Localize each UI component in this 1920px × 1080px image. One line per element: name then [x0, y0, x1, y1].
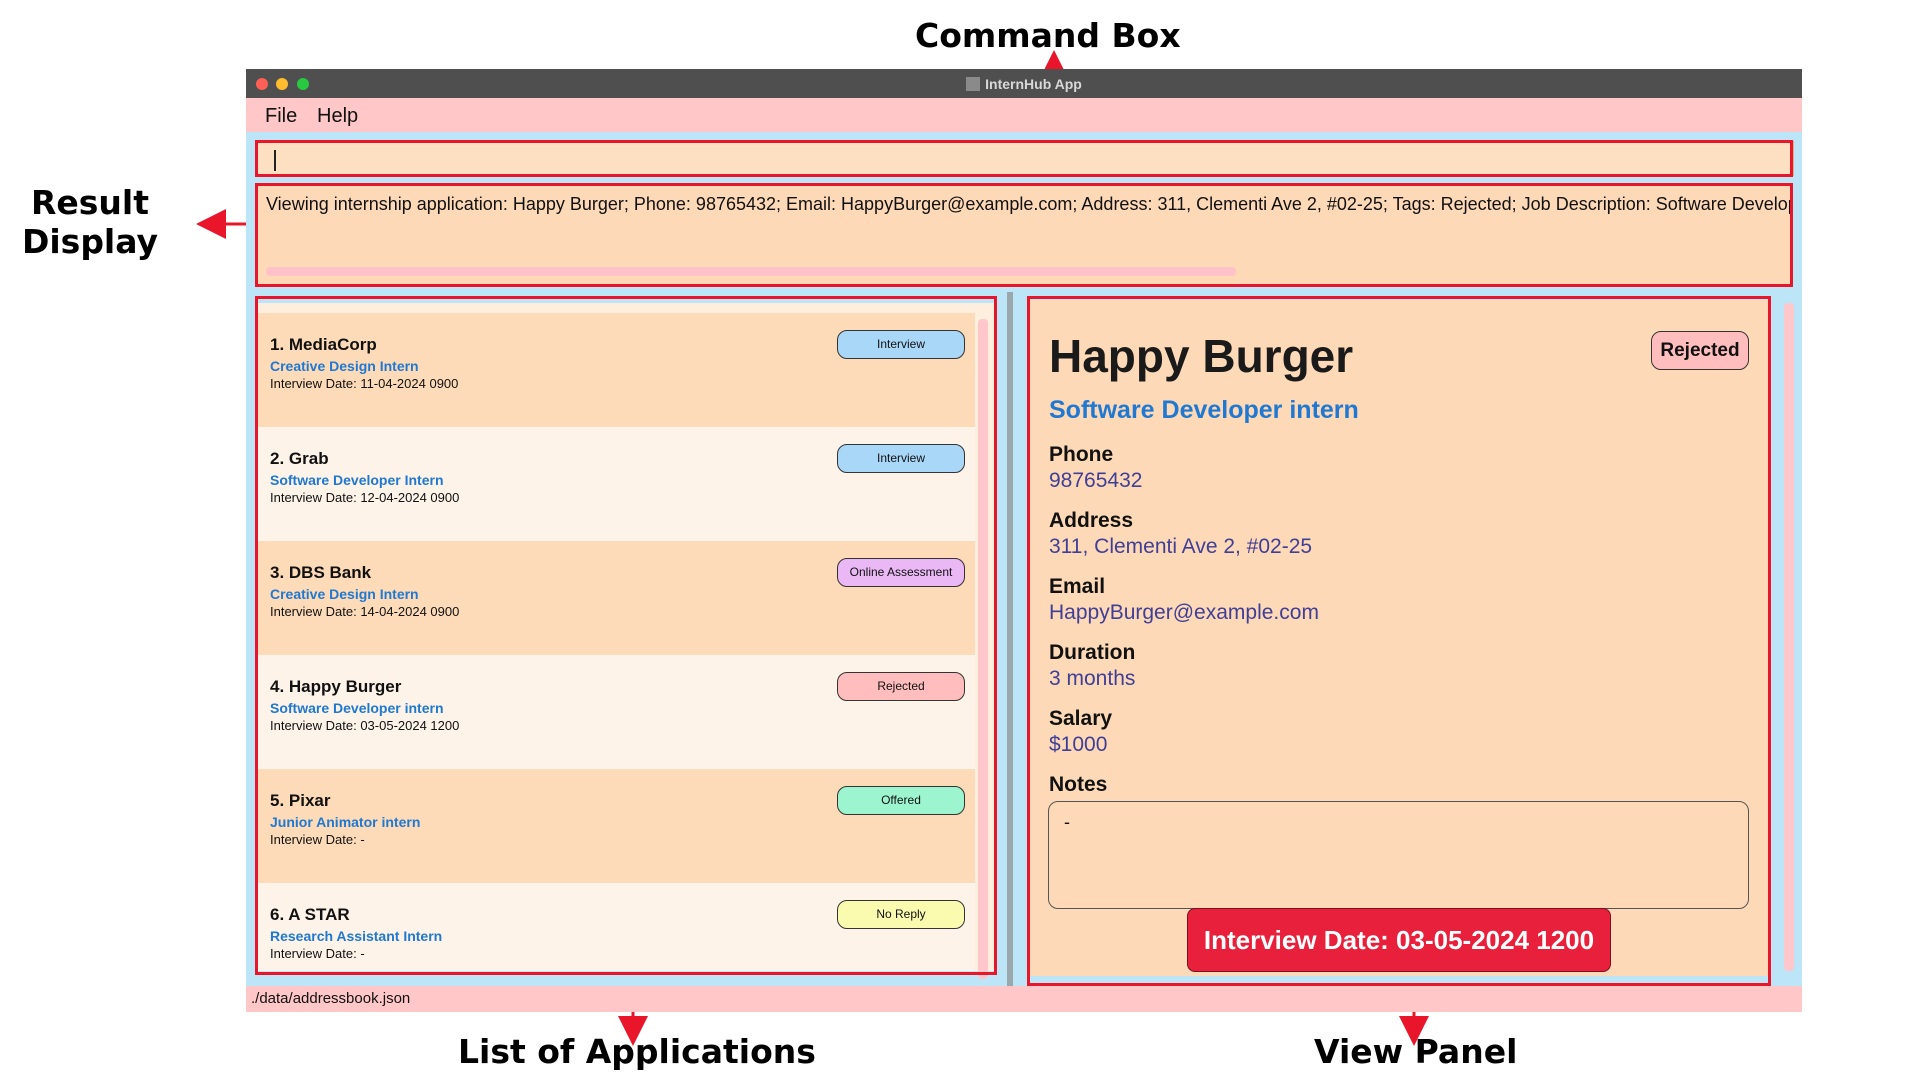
- title-bar: InternHub App: [246, 69, 1802, 98]
- window-title-text: InternHub App: [985, 76, 1082, 92]
- window-title: InternHub App: [246, 76, 1802, 92]
- split-divider[interactable]: [1007, 292, 1013, 986]
- result-display-highlight: [255, 183, 1793, 287]
- app-window: InternHub App File Help Viewing internsh…: [246, 69, 1802, 1012]
- menu-file[interactable]: File: [265, 105, 297, 128]
- status-bar-path: ./data/addressbook.json: [251, 990, 411, 1007]
- menu-help[interactable]: Help: [317, 105, 358, 128]
- app-icon: [966, 77, 981, 91]
- list-highlight: [255, 296, 997, 975]
- menu-bar: File Help: [246, 98, 1802, 132]
- view-panel-scrollbar[interactable]: [1784, 303, 1794, 971]
- command-box-highlight: [255, 140, 1793, 177]
- view-panel-highlight: [1027, 296, 1771, 986]
- status-bar: ./data/addressbook.json: [246, 986, 1802, 1012]
